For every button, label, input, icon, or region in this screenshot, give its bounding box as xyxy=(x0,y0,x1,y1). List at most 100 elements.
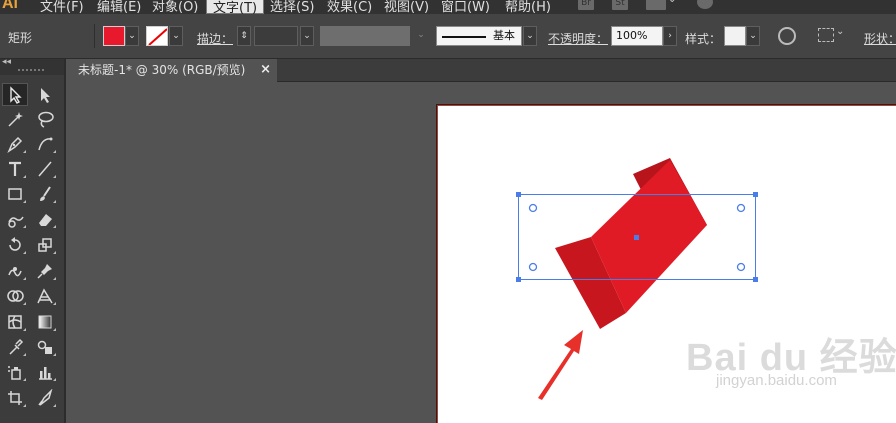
gradient-icon xyxy=(38,315,52,328)
document-tab[interactable]: 未标题-1* @ 30% (RGB/预览) × xyxy=(68,59,277,82)
menu-select[interactable]: 选择(S) xyxy=(270,0,314,14)
warp-tool[interactable] xyxy=(2,259,28,282)
artboard-tool[interactable] xyxy=(2,386,28,409)
type-tool[interactable] xyxy=(2,157,28,180)
brush-definition[interactable]: 基本 xyxy=(436,26,522,46)
tool-flyout-indicator xyxy=(23,200,26,203)
tool-flyout-indicator xyxy=(23,251,26,254)
stock-icon[interactable]: St xyxy=(612,0,628,10)
magic-wand-tool[interactable] xyxy=(2,107,28,130)
column-graph-tool[interactable] xyxy=(32,360,58,383)
graphic-style-swatch[interactable] xyxy=(724,26,746,46)
variable-width-profile[interactable] xyxy=(320,26,410,46)
gpu-performance-icon[interactable] xyxy=(697,0,713,9)
menu-effect[interactable]: 效果(C) xyxy=(327,0,372,14)
line-tool[interactable] xyxy=(32,157,58,180)
eyedropper-tool[interactable] xyxy=(2,335,28,358)
puppet-warp-tool[interactable] xyxy=(32,259,58,282)
profile-dropdown-icon[interactable]: ⌄ xyxy=(413,26,429,46)
selection-handle-top-left[interactable] xyxy=(516,192,521,197)
column-graph-icon xyxy=(39,366,52,380)
selection-handle-bottom-right[interactable] xyxy=(753,277,758,282)
symbol-sprayer-tool[interactable] xyxy=(2,360,28,383)
gradient-tool[interactable] xyxy=(32,310,58,333)
tool-flyout-indicator xyxy=(53,150,56,153)
stroke-dropdown-icon[interactable]: ⌄ xyxy=(169,26,183,46)
menu-window[interactable]: 窗口(W) xyxy=(441,0,490,14)
corner-widget-top-right[interactable] xyxy=(736,203,746,213)
corner-widget-bottom-right[interactable] xyxy=(736,262,746,272)
tools-panel-grip[interactable]: ◂◂ xyxy=(0,57,64,75)
collapse-panel-icon[interactable]: ◂◂ xyxy=(2,57,11,67)
artboard-icon xyxy=(8,390,22,405)
rotate-tool[interactable] xyxy=(2,233,28,256)
style-dropdown-icon[interactable]: ⌄ xyxy=(746,26,760,46)
stroke-weight-stepper[interactable]: ⇕ xyxy=(237,26,251,46)
perspective-grid-tool[interactable] xyxy=(32,284,58,307)
eyedropper-icon xyxy=(9,338,24,355)
lasso-icon xyxy=(38,111,54,128)
fill-color-swatch[interactable] xyxy=(103,26,125,46)
corner-widget-bottom-left[interactable] xyxy=(528,262,538,272)
fill-dropdown-icon[interactable]: ⌄ xyxy=(125,26,139,46)
stroke-none-swatch[interactable] xyxy=(146,26,168,46)
align-dropdown-icon[interactable]: ⌄ xyxy=(836,26,844,37)
shaper-icon xyxy=(8,216,24,228)
shape-label[interactable]: 形状： xyxy=(864,30,896,47)
curvature-tool[interactable] xyxy=(32,132,58,155)
brush-stroke-preview xyxy=(442,36,486,38)
pin-icon xyxy=(37,263,52,279)
menu-view[interactable]: 视图(V) xyxy=(384,0,429,14)
shaper-tool[interactable] xyxy=(2,207,28,230)
eraser-tool[interactable] xyxy=(32,207,58,230)
stroke-none-icon xyxy=(148,28,167,45)
workspace-layout-icon[interactable] xyxy=(646,0,666,10)
menu-type[interactable]: 文字(T) xyxy=(206,0,265,14)
pen-tool[interactable] xyxy=(2,132,28,155)
stroke-label[interactable]: 描边： xyxy=(197,30,233,47)
menu-object[interactable]: 对象(O) xyxy=(152,0,198,14)
pen-icon xyxy=(7,136,23,153)
brush-dropdown-icon[interactable]: ⌄ xyxy=(523,26,537,46)
menu-file[interactable]: 文件(F) xyxy=(40,0,84,14)
shape-builder-icon xyxy=(7,289,24,302)
mesh-icon xyxy=(8,314,22,329)
document-tab-title: 未标题-1* @ 30% (RGB/预览) xyxy=(78,63,246,77)
lasso-tool[interactable] xyxy=(32,107,58,130)
opacity-label[interactable]: 不透明度： xyxy=(548,30,608,47)
menu-help[interactable]: 帮助(H) xyxy=(505,0,551,14)
shape-builder-tool[interactable] xyxy=(2,284,28,307)
symbol-sprayer-icon xyxy=(8,365,21,380)
document-tab-bar: 未标题-1* @ 30% (RGB/预览) × xyxy=(68,59,896,82)
stroke-weight-input[interactable] xyxy=(254,26,298,46)
watermark-url-text: jingyan.baidu.com xyxy=(716,372,837,389)
menu-edit[interactable]: 编辑(E) xyxy=(97,0,141,14)
type-icon xyxy=(9,161,21,176)
tool-flyout-indicator xyxy=(23,404,26,407)
paintbrush-tool[interactable] xyxy=(32,182,58,205)
align-to-selection-icon[interactable] xyxy=(818,28,834,42)
chevron-down-icon[interactable]: ⌄ xyxy=(668,0,676,5)
direct-selection-tool[interactable] xyxy=(32,83,58,106)
mesh-tool[interactable] xyxy=(2,310,28,333)
bridge-icon[interactable]: Br xyxy=(578,0,594,10)
stroke-weight-dropdown-icon[interactable]: ⌄ xyxy=(300,26,314,46)
rectangle-tool[interactable] xyxy=(2,182,28,205)
tool-flyout-indicator xyxy=(53,328,56,331)
opacity-arrow-icon[interactable]: › xyxy=(663,26,677,46)
blend-tool[interactable] xyxy=(32,335,58,358)
close-icon[interactable]: × xyxy=(260,59,271,81)
corner-widget-top-left[interactable] xyxy=(528,203,538,213)
tool-flyout-indicator xyxy=(53,302,56,305)
tool-flyout-indicator xyxy=(53,277,56,280)
opacity-input[interactable]: 100% xyxy=(611,26,663,46)
selection-tool[interactable] xyxy=(2,83,28,106)
recolor-artwork-icon[interactable] xyxy=(778,27,796,45)
selection-handle-bottom-left[interactable] xyxy=(516,277,521,282)
object-type-label: 矩形 xyxy=(8,31,33,45)
slice-tool[interactable] xyxy=(32,386,58,409)
selection-handle-top-right[interactable] xyxy=(753,192,758,197)
scale-tool[interactable] xyxy=(32,233,58,256)
tool-flyout-indicator xyxy=(53,404,56,407)
menu-bar: Ai 文件(F) 编辑(E) 对象(O) 文字(T) 选择(S) 效果(C) 视… xyxy=(0,0,896,14)
